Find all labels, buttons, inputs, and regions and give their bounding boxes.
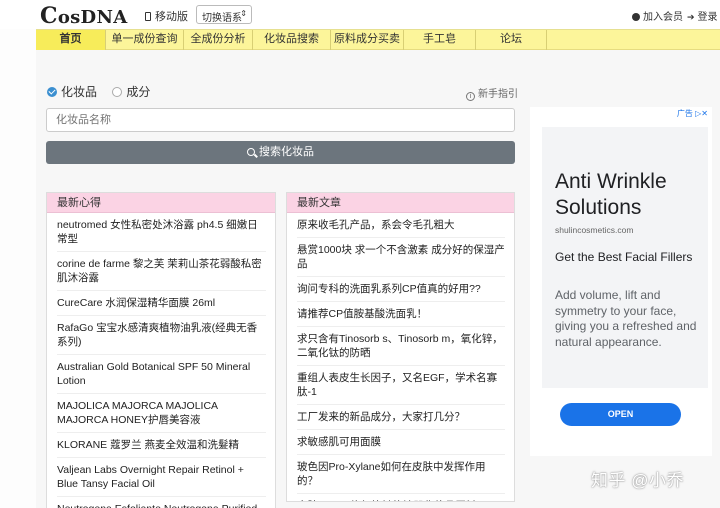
list-item[interactable]: 求只含有Tinosorb s、Tinosorb m，氧化锌，二氧化钛的防晒	[297, 327, 505, 366]
beginner-guide-link[interactable]: i 新手指引	[466, 85, 518, 101]
list-item[interactable]: corine de farme 黎之芙 茉莉山茶花弱酸私密肌沐浴露	[57, 252, 266, 291]
list-item[interactable]: KLORANE 蔻罗兰 燕麦全效温和洗髮精	[57, 433, 266, 458]
list-item[interactable]: CureCare 水润保湿精华面膜 26ml	[57, 291, 266, 316]
list-item[interactable]: 重组人表皮生长因子，又名EGF，学术名寡肽-1	[297, 366, 505, 405]
cosmetic-name-input[interactable]	[46, 108, 515, 132]
articles-list: 原来收毛孔产品，系会令毛孔粗大 悬赏1000块 求一个不含激素 成分好的保湿产品询…	[287, 213, 514, 501]
adchoices-icon[interactable]: 广告 ▷✕	[677, 108, 708, 119]
list-item[interactable]: 工厂发来的新品成分，大家打几分？	[297, 405, 505, 430]
search-icon	[247, 148, 255, 156]
list-item[interactable]: 求敏感肌可用面膜	[297, 430, 505, 455]
nav-item[interactable]: 化妆品搜索	[253, 30, 331, 50]
panel-title: 最新心得	[47, 193, 275, 213]
nav-item[interactable]: 手工皂	[404, 30, 476, 50]
list-item[interactable]: 请推荐CP值胺基酸洗面乳！	[297, 302, 505, 327]
nav-item[interactable]: 论坛	[476, 30, 547, 50]
nav-item[interactable]: 全成份分析	[184, 30, 253, 50]
nav-item[interactable]: 单一成份查询	[106, 30, 184, 50]
ad-open-button[interactable]: OPEN	[560, 403, 681, 426]
search-cosmetics-button[interactable]: 搜索化妆品	[46, 141, 515, 164]
ad-banner[interactable]: 广告 ▷✕ Anti Wrinkle Solutions shulincosme…	[530, 107, 712, 456]
ad-title: Anti Wrinkle Solutions	[555, 170, 667, 219]
panel-title: 最新文章	[287, 193, 514, 213]
ad-heading: Get the Best Facial Fillers	[555, 250, 693, 264]
list-item[interactable]: 寡肽-1GHK修复抗皱的神器化妆品原料Oligopeptide	[297, 494, 505, 501]
top-bar: CosDNA 移动版 切换语系 ⇕ 加入会员 ➔ 登录	[0, 0, 720, 29]
option-ingredient[interactable]: 成分	[112, 85, 150, 99]
info-icon: i	[466, 92, 475, 101]
login-icon: ➔	[687, 12, 695, 22]
latest-reviews-panel: 最新心得 neutromed 女性私密处沐浴露 ph4.5 细嫩日常型 corin…	[46, 192, 276, 508]
mobile-version-link[interactable]: 移动版	[145, 8, 188, 24]
chevron-updown-icon: ⇕	[240, 9, 247, 18]
join-member-link[interactable]: 加入会员	[632, 8, 683, 23]
main-nav: 首页 单一成份查询 全成份分析 化妆品搜索 原料成分买卖 手工皂 论坛	[36, 29, 720, 50]
list-item[interactable]: RafaGo 宝宝水感清爽植物油乳液(经典无香系列)	[57, 316, 266, 355]
list-item[interactable]: 询问专科的洗面乳系列CP值真的好用??	[297, 277, 505, 302]
reviews-list: neutromed 女性私密处沐浴露 ph4.5 细嫩日常型 corine de …	[47, 213, 275, 508]
language-select[interactable]: 切换语系 ⇕	[196, 5, 252, 24]
list-item[interactable]: Australian Gold Botanical SPF 50 Mineral…	[57, 355, 266, 394]
nav-item[interactable]: 首页	[36, 30, 106, 50]
login-link[interactable]: ➔ 登录	[687, 8, 718, 23]
option-cosmetics[interactable]: 化妆品	[47, 85, 97, 99]
latest-articles-panel: 最新文章 原来收毛孔产品，系会令毛孔粗大 悬赏1000块 求一个不含激素 成分好的…	[286, 192, 515, 502]
ad-body: Add volume, lift and symmetry to your fa…	[555, 288, 697, 349]
radio-checked-icon	[47, 87, 57, 97]
list-item[interactable]: MAJOLICA MAJORCA MAJOLICA MAJORCA HONEY护…	[57, 394, 266, 433]
user-icon	[632, 13, 640, 21]
list-item[interactable]: 原来收毛孔产品，系会令毛孔粗大	[297, 213, 505, 238]
list-item[interactable]: neutromed 女性私密处沐浴露 ph4.5 细嫩日常型	[57, 213, 266, 252]
left-margin	[0, 29, 36, 508]
zhihu-watermark: 知乎 @小乔	[591, 471, 684, 490]
radio-unchecked-icon	[112, 87, 123, 97]
search-type-options: 化妆品 成分	[47, 83, 150, 100]
phone-icon	[145, 12, 151, 21]
ad-domain: shulincosmetics.com	[555, 225, 634, 235]
list-item[interactable]: 悬赏1000块 求一个不含激素 成分好的保湿产品	[297, 238, 505, 277]
cosdna-logo[interactable]: CosDNA	[40, 3, 127, 29]
list-item[interactable]: Neutrogena Esfoliante Neutrogena Purifie…	[57, 497, 266, 508]
list-item[interactable]: Valjean Labs Overnight Repair Retinol + …	[57, 458, 266, 497]
ad-card[interactable]: Anti Wrinkle Solutions shulincosmetics.c…	[542, 127, 708, 453]
nav-item[interactable]: 原料成分买卖	[331, 30, 404, 50]
list-item[interactable]: 玻色因Pro-Xylane如何在皮肤中发挥作用的？	[297, 455, 505, 494]
